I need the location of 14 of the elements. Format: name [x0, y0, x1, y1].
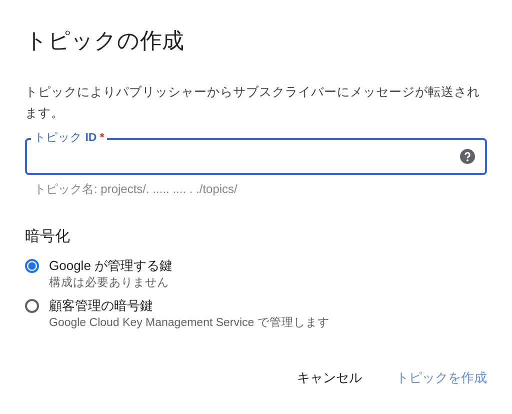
field-label: トピック ID	[34, 131, 97, 145]
option-label: Google が管理する鍵	[49, 257, 173, 275]
help-icon[interactable]	[460, 149, 475, 164]
description-text: トピックによりパブリッシャーからサブスクライバーにメッセージが転送されます。	[25, 84, 481, 122]
section-heading: 暗号化	[25, 227, 71, 247]
radio-button[interactable]	[25, 259, 39, 273]
helper-text: トピック名: projects/. ..... .... . ./topics/	[34, 181, 238, 197]
cancel-button[interactable]: キャンセル	[287, 361, 372, 395]
dialog-title: トピックの作成	[25, 27, 185, 55]
option-label: 顧客管理の暗号鍵	[49, 297, 154, 315]
radio-button[interactable]	[25, 299, 39, 313]
option-description: Google Cloud Key Management Service で管理します	[49, 316, 330, 331]
required-mark: *	[100, 131, 104, 145]
option-description: 構成は必要ありません	[49, 276, 170, 291]
